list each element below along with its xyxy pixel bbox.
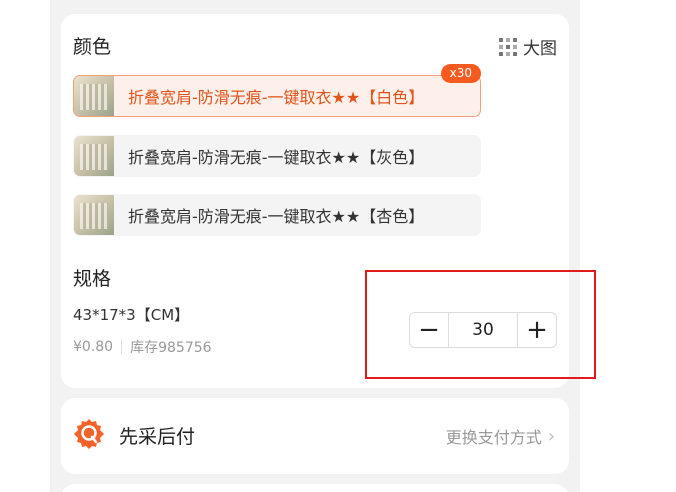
highlight-box [365, 270, 596, 379]
quantity-badge: x30 [440, 64, 481, 83]
stage: 颜色 大图 折叠宽肩-防滑无痕-一键取衣★★【白色】 x30 折叠宽肩-防滑无痕… [0, 0, 676, 492]
color-thumbnail [74, 136, 114, 176]
color-option-label: 折叠宽肩-防滑无痕-一键取衣★★【白色】 [128, 88, 425, 107]
spec-stock: 库存985756 [130, 340, 212, 356]
pay-later-icon [74, 419, 104, 449]
spec-name: 43*17*3【CM】 [73, 306, 190, 324]
big-view-button[interactable]: 大图 [499, 34, 557, 59]
color-option-gray[interactable]: 折叠宽肩-防滑无痕-一键取衣★★【灰色】 [73, 135, 481, 177]
change-payment-label: 更换支付方式 [445, 428, 542, 447]
color-thumbnail [74, 76, 114, 116]
color-section-title: 颜色 [73, 36, 112, 58]
color-thumbnail [74, 195, 114, 235]
payment-card[interactable]: 先采后付 更换支付方式 › [61, 398, 569, 474]
color-option-label: 折叠宽肩-防滑无痕-一键取衣★★【灰色】 [128, 148, 425, 167]
payment-title: 先采后付 [119, 426, 196, 448]
big-view-label: 大图 [523, 39, 557, 59]
color-option-label: 折叠宽肩-防滑无痕-一键取衣★★【杏色】 [128, 207, 425, 226]
next-card [61, 484, 569, 492]
spec-meta: ¥0.80 库存985756 [73, 337, 212, 357]
color-option-apricot[interactable]: 折叠宽肩-防滑无痕-一键取衣★★【杏色】 [73, 194, 481, 236]
spec-price: ¥0.80 [73, 339, 114, 355]
color-option-white[interactable]: 折叠宽肩-防滑无痕-一键取衣★★【白色】 x30 [73, 64, 481, 117]
change-payment-link[interactable]: 更换支付方式 › [446, 424, 555, 448]
chevron-right-icon: › [547, 425, 555, 447]
divider [121, 340, 123, 354]
grid-icon [499, 37, 517, 56]
spec-section-title: 规格 [73, 268, 112, 290]
